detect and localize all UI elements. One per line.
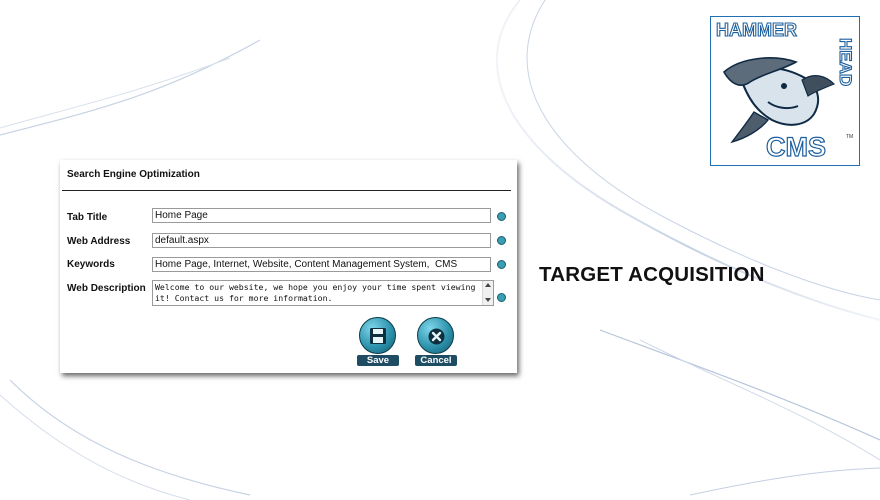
- panel-title: Search Engine Optimization: [67, 169, 200, 180]
- web-description-textarea[interactable]: Welcome to our website, we hope you enjo…: [152, 280, 494, 306]
- tab-title-input[interactable]: [152, 208, 491, 223]
- help-dot-icon[interactable]: [497, 212, 506, 221]
- slide-heading: TARGET ACQUISITION: [539, 263, 765, 286]
- scroll-up-arrow-icon[interactable]: [485, 283, 491, 287]
- logo-head-text: HEAD: [836, 38, 855, 86]
- logo-cms-text: CMS: [766, 132, 826, 162]
- keywords-input[interactable]: [152, 257, 491, 272]
- hammerhead-cms-logo: HAMMER HEAD CMS TM: [710, 16, 860, 166]
- save-button[interactable]: Save: [357, 317, 399, 366]
- cancel-button-circle[interactable]: [417, 317, 454, 354]
- tab-title-label: Tab Title: [67, 212, 108, 223]
- panel-divider: [62, 190, 511, 191]
- help-dot-icon[interactable]: [497, 293, 506, 302]
- web-description-text[interactable]: Welcome to our website, we hope you enjo…: [155, 282, 481, 305]
- save-button-label[interactable]: Save: [357, 355, 399, 366]
- textarea-scrollbar[interactable]: [482, 281, 493, 305]
- web-address-label: Web Address: [67, 236, 131, 247]
- web-address-input[interactable]: [152, 233, 491, 248]
- save-button-circle[interactable]: [359, 317, 396, 354]
- help-dot-icon[interactable]: [497, 260, 506, 269]
- cancel-button-label[interactable]: Cancel: [415, 355, 457, 366]
- logo-hammer-text: HAMMER: [716, 20, 797, 40]
- close-x-icon: [428, 328, 445, 345]
- scroll-down-arrow-icon[interactable]: [485, 298, 491, 302]
- floppy-disk-icon: [370, 328, 386, 344]
- help-dot-icon[interactable]: [497, 236, 506, 245]
- cancel-button[interactable]: Cancel: [415, 317, 457, 366]
- logo-tm-text: TM: [846, 134, 853, 140]
- seo-panel: Search Engine Optimization Tab Title Web…: [60, 160, 517, 373]
- web-description-label: Web Description: [67, 283, 146, 294]
- keywords-label: Keywords: [67, 259, 115, 270]
